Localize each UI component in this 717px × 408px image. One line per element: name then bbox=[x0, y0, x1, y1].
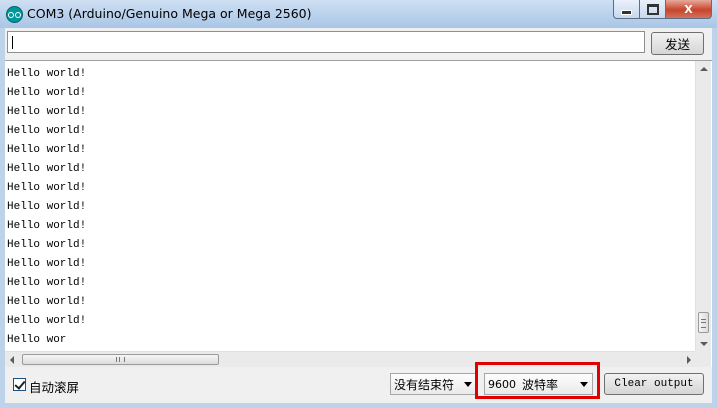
minimize-icon bbox=[621, 9, 632, 15]
output-line: Hello world! bbox=[7, 201, 87, 213]
line-ending-value: 没有结束符 bbox=[394, 377, 455, 392]
scroll-up-icon[interactable] bbox=[700, 67, 708, 71]
autoscroll-checkbox[interactable] bbox=[13, 378, 26, 391]
horizontal-scroll-thumb[interactable] bbox=[22, 354, 219, 365]
maximize-icon bbox=[646, 3, 659, 15]
vertical-scrollbar[interactable] bbox=[695, 61, 711, 352]
baud-rate-value: 9600 bbox=[488, 377, 516, 391]
checkmark-icon bbox=[14, 378, 26, 390]
output-line: Hello world! bbox=[7, 87, 87, 99]
maximize-button[interactable] bbox=[640, 0, 666, 19]
scrollbar-corner bbox=[695, 351, 711, 367]
serial-output[interactable]: Hello world! Hello world! Hello world! Hell… bbox=[5, 60, 712, 367]
output-line: Hello world! bbox=[7, 106, 87, 118]
close-icon: X bbox=[684, 2, 693, 16]
autoscroll-label[interactable]: 自动滚屏 bbox=[29, 377, 79, 396]
output-lines: Hello world! Hello world! Hello world! Hell… bbox=[7, 65, 86, 350]
send-input[interactable] bbox=[7, 31, 645, 53]
title-bar: COM3 (Arduino/Genuino Mega or Mega 2560)… bbox=[0, 0, 717, 28]
minimize-button[interactable] bbox=[613, 0, 640, 19]
output-line: Hello world! bbox=[7, 315, 87, 327]
clear-output-button[interactable]: Clear output bbox=[604, 373, 704, 395]
output-line: Hello world! bbox=[7, 144, 87, 156]
text-caret bbox=[12, 36, 13, 49]
output-line: Hello world! bbox=[7, 220, 87, 232]
baud-rate-unit: 波特率 bbox=[522, 377, 559, 392]
arduino-icon bbox=[6, 6, 23, 23]
grip-icon bbox=[116, 357, 125, 362]
window-controls: X bbox=[613, 0, 712, 19]
output-line: Hello world! bbox=[7, 182, 87, 194]
baud-rate-select[interactable]: 9600 波特率 bbox=[484, 373, 593, 395]
output-line: Hello world! bbox=[7, 277, 87, 289]
window-title: COM3 (Arduino/Genuino Mega or Mega 2560) bbox=[27, 6, 312, 21]
chevron-down-icon bbox=[464, 382, 472, 387]
output-line: Hello world! bbox=[7, 163, 87, 175]
serial-monitor: 发送 Hello world! Hello world! Hello world! H… bbox=[5, 28, 712, 403]
scroll-right-icon[interactable] bbox=[687, 356, 691, 364]
output-line: Hello world! bbox=[7, 68, 87, 80]
output-line: Hello world! bbox=[7, 239, 87, 251]
close-button[interactable]: X bbox=[666, 0, 712, 19]
chevron-down-icon bbox=[580, 382, 588, 387]
output-line: Hello wor bbox=[7, 334, 67, 346]
scroll-down-icon[interactable] bbox=[700, 342, 708, 346]
vertical-scroll-thumb[interactable] bbox=[698, 312, 709, 333]
output-line: Hello world! bbox=[7, 125, 87, 137]
line-ending-select[interactable]: 没有结束符 bbox=[390, 373, 477, 395]
horizontal-scrollbar[interactable] bbox=[5, 351, 695, 367]
scroll-left-icon[interactable] bbox=[10, 356, 14, 364]
send-button[interactable]: 发送 bbox=[651, 32, 704, 55]
output-line: Hello world! bbox=[7, 296, 87, 308]
grip-icon bbox=[701, 319, 706, 328]
output-line: Hello world! bbox=[7, 258, 87, 270]
